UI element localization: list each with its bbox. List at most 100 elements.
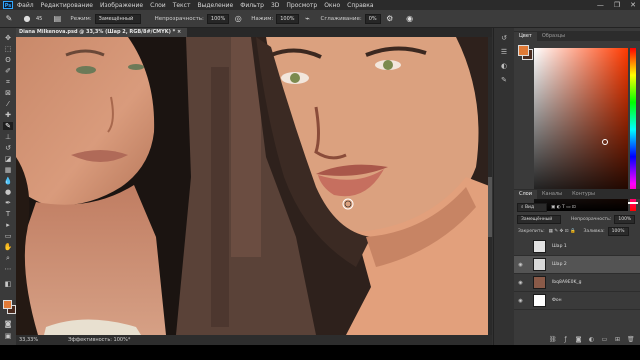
tab-swatches[interactable]: Образцы [537, 32, 570, 41]
mode-select[interactable]: Замещённый [94, 13, 141, 24]
brush-panel-icon[interactable]: ▤ [52, 14, 62, 24]
layers-panel-tabs: Слои Каналы Контуры [514, 189, 640, 199]
photoshop-logo: Ps [3, 1, 13, 9]
eye-icon[interactable]: ◉ [516, 298, 525, 304]
add-mask-icon[interactable]: ◙ [575, 336, 582, 343]
quick-mask-icon[interactable]: ◙ [3, 320, 13, 328]
layer-kind-label: Вид [524, 204, 535, 210]
quick-select-tool-icon[interactable]: ✐ [3, 67, 13, 75]
zoom-tool-icon[interactable]: ⌕ [3, 254, 13, 262]
properties-panel-icon[interactable]: ☰ [499, 48, 509, 57]
healing-brush-tool-icon[interactable]: ✚ [3, 111, 13, 119]
layer-name[interactable]: lbq8A9E0K_g [552, 280, 582, 285]
history-panel-icon[interactable]: ↺ [499, 34, 509, 43]
menu-window[interactable]: Окно [324, 2, 340, 9]
menu-help[interactable]: Справка [347, 2, 373, 9]
history-brush-tool-icon[interactable]: ↺ [3, 144, 13, 152]
lasso-tool-icon[interactable]: ʘ [3, 56, 13, 64]
default-colors-icon[interactable]: ◧ [3, 280, 13, 288]
menu-filter[interactable]: Фильтр [240, 2, 264, 9]
fill-field[interactable]: 100% [607, 226, 629, 236]
minimize-button[interactable]: — [597, 1, 604, 9]
marquee-tool-icon[interactable]: ⬚ [3, 45, 13, 53]
layer-row[interactable]: ◉ Шар 2 [514, 256, 640, 274]
more-tools-icon[interactable]: ⋯ [3, 265, 13, 273]
filter-icons[interactable]: ▣ ◐ T ▭ ⊡ [551, 205, 576, 210]
fx-icon[interactable]: ƒ [562, 336, 569, 343]
layer-row[interactable]: Шар 1 [514, 238, 640, 256]
brush-tool-icon[interactable]: ✎ [4, 14, 14, 24]
brushes-panel-icon[interactable]: ✎ [499, 76, 509, 85]
type-tool-icon[interactable]: T [3, 210, 13, 218]
clone-stamp-tool-icon[interactable]: ⊥ [3, 133, 13, 141]
hue-slider[interactable] [630, 48, 636, 211]
pressure-size-icon[interactable]: ◉ [405, 14, 415, 24]
smoothing-field[interactable]: 0% [364, 13, 381, 24]
eyedropper-tool-icon[interactable]: ⁄ [3, 100, 13, 108]
document-tab[interactable]: Diana Milkenova.psd @ 33,3% (Шар 2, RGB/… [16, 28, 188, 37]
status-bar: 33,33% Эффективность: 100%* [16, 335, 492, 345]
canvas-vertical-scrollbar[interactable] [488, 37, 492, 335]
frame-tool-icon[interactable]: ⊠ [3, 89, 13, 97]
eye-icon[interactable]: ◉ [516, 280, 525, 286]
move-tool-icon[interactable]: ✥ [3, 34, 13, 42]
blend-mode-select[interactable]: Замещённый [517, 214, 561, 224]
layer-row[interactable]: ◉ Фон [514, 292, 640, 310]
eye-icon[interactable]: ◉ [516, 262, 525, 268]
color-picker-marker[interactable] [602, 139, 608, 145]
foreground-color-swatch[interactable] [3, 300, 12, 309]
menu-file[interactable]: Файл [17, 2, 34, 9]
flow-field[interactable]: 100% [276, 13, 299, 24]
menu-view[interactable]: Просмотр [286, 2, 317, 9]
tab-color[interactable]: Цвет [514, 32, 537, 41]
hand-tool-icon[interactable]: ✋ [3, 243, 13, 251]
screen-mode-icon[interactable]: ▣ [3, 332, 13, 340]
tab-layers[interactable]: Слои [514, 190, 537, 199]
adjustment-layer-icon[interactable]: ◐ [588, 336, 595, 343]
menu-type[interactable]: Текст [173, 2, 191, 9]
pen-tool-icon[interactable]: ✒ [3, 199, 13, 207]
gradient-tool-icon[interactable]: ▦ [3, 166, 13, 174]
brush-size-value[interactable]: 45 [36, 16, 42, 22]
efficiency-info[interactable]: Эффективность: 100%* [68, 337, 130, 343]
new-group-icon[interactable]: ▭ [601, 336, 608, 343]
color-picker-field[interactable] [534, 48, 628, 211]
layer-thumbnail [533, 294, 546, 307]
layer-opacity-field[interactable]: 100% [614, 214, 636, 224]
scrollbar-thumb[interactable] [488, 177, 492, 237]
layer-name[interactable]: Фон [552, 298, 562, 303]
layer-row[interactable]: ◉ lbq8A9E0K_g [514, 274, 640, 292]
brush-preset-icon[interactable]: ● [22, 14, 32, 24]
pressure-opacity-icon[interactable]: ◎ [233, 14, 243, 24]
link-layers-icon[interactable]: ⛓ [549, 336, 557, 343]
brush-tool-icon[interactable]: ✎ [3, 122, 13, 130]
path-select-tool-icon[interactable]: ▸ [3, 221, 13, 229]
layer-kind-filter[interactable]: ⌕ Вид [517, 202, 547, 212]
adjustments-panel-icon[interactable]: ◐ [499, 62, 509, 71]
eraser-tool-icon[interactable]: ◪ [3, 155, 13, 163]
menu-edit[interactable]: Редактирование [41, 2, 93, 9]
dodge-tool-icon[interactable]: ● [3, 188, 13, 196]
menu-image[interactable]: Изображение [100, 2, 143, 9]
restore-button[interactable]: ❐ [614, 1, 620, 9]
opacity-field[interactable]: 100% [206, 13, 230, 24]
airbrush-icon[interactable]: ⌁ [303, 14, 313, 24]
layer-name[interactable]: Шар 2 [552, 262, 567, 267]
color-panel-foreground-swatch[interactable] [518, 45, 529, 56]
delete-layer-icon[interactable]: 🗑 [627, 336, 635, 343]
blur-tool-icon[interactable]: 💧 [3, 177, 13, 185]
smoothing-settings-icon[interactable]: ⚙ [385, 14, 395, 24]
lock-icons[interactable]: ▦ ✎ ✥ ⊡ 🔒 [549, 229, 576, 234]
layer-name[interactable]: Шар 1 [552, 244, 567, 249]
zoom-level[interactable]: 33,33% [19, 337, 38, 343]
new-layer-icon[interactable]: ⊞ [614, 336, 621, 343]
shape-tool-icon[interactable]: ▭ [3, 232, 13, 240]
menu-3d[interactable]: 3D [271, 2, 279, 9]
tab-channels[interactable]: Каналы [537, 190, 567, 199]
close-button[interactable]: ✕ [630, 1, 636, 9]
menu-select[interactable]: Выделение [197, 2, 233, 9]
tab-paths[interactable]: Контуры [567, 190, 600, 199]
crop-tool-icon[interactable]: ⌗ [3, 78, 13, 86]
canvas-area[interactable] [16, 37, 492, 335]
menu-layers[interactable]: Слои [150, 2, 166, 9]
